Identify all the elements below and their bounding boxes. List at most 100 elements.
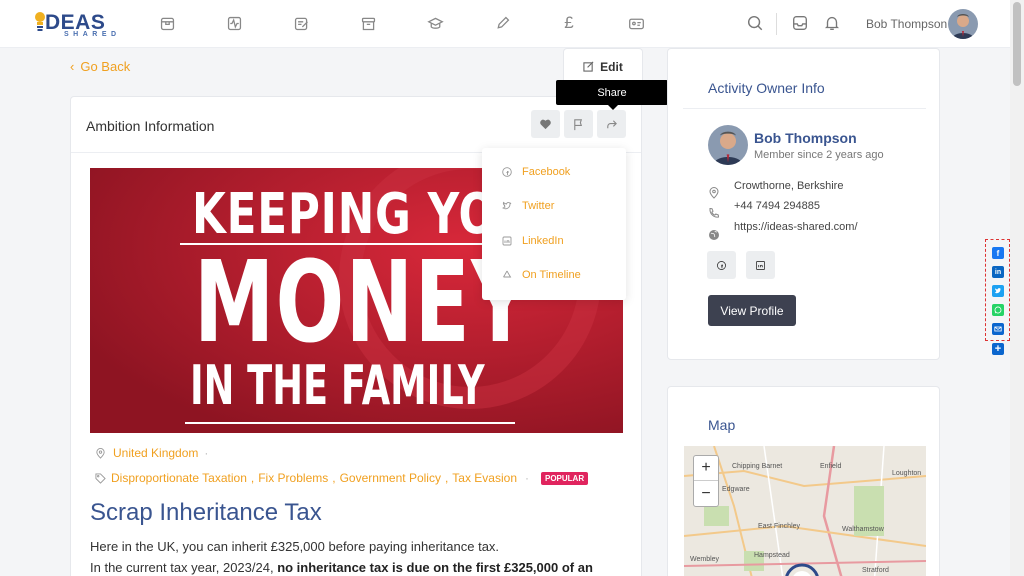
twitter-share-icon[interactable]: [992, 285, 1004, 297]
share-dropdown: Facebook Twitter LinkedIn On Timeline: [482, 148, 626, 300]
pound-icon[interactable]: £: [559, 13, 579, 33]
post-title: Scrap Inheritance Tax: [90, 499, 322, 526]
map-label: East Finchley: [758, 523, 801, 530]
share-linkedin[interactable]: LinkedIn: [502, 235, 564, 247]
share-twitter-label: Twitter: [522, 200, 555, 212]
zoom-in-button[interactable]: +: [694, 456, 718, 481]
graduation-cap-icon[interactable]: [425, 13, 445, 33]
body-paragraph: In the current tax year, 2023/24, no inh…: [90, 560, 593, 575]
tag-link[interactable]: Government Policy: [340, 471, 441, 485]
recycle-icon: [502, 270, 512, 280]
share-twitter[interactable]: Twitter: [502, 200, 554, 212]
scrollbar[interactable]: [1010, 0, 1024, 576]
owner-name[interactable]: Bob Thompson: [754, 130, 857, 146]
go-back-label: Go Back: [80, 59, 131, 74]
whatsapp-share-icon[interactable]: [992, 304, 1004, 316]
inbox-icon[interactable]: [790, 13, 810, 33]
linkedin-button[interactable]: [746, 251, 775, 279]
map-pin-icon: [708, 187, 720, 199]
location-link[interactable]: United Kingdom: [113, 446, 198, 460]
map-label: Chipping Barnet: [732, 463, 783, 470]
popular-badge: POPULAR: [541, 471, 589, 485]
body-paragraph: Here in the UK, you can inherit £325,000…: [90, 539, 500, 554]
divider: [776, 13, 777, 35]
map-pin-icon: [95, 447, 107, 459]
separator-dot: ·: [204, 446, 209, 460]
map-zoom-control: + −: [693, 455, 719, 507]
map-label: Enfield: [820, 463, 842, 470]
map-label: Wembley: [690, 556, 720, 563]
divider: [683, 108, 926, 109]
archive-icon[interactable]: [358, 13, 378, 33]
scrollbar-thumb[interactable]: [1013, 2, 1021, 86]
owner-phone[interactable]: +44 7494 294885: [734, 200, 820, 212]
map-label: Loughton: [892, 470, 922, 477]
bell-icon[interactable]: [822, 13, 842, 33]
go-back-link[interactable]: ‹ Go Back: [70, 59, 130, 74]
add-share-icon[interactable]: +: [992, 343, 1004, 355]
share-facebook-label: Facebook: [522, 166, 571, 178]
activity-icon[interactable]: [224, 13, 244, 33]
card-title: Ambition Information: [86, 118, 215, 134]
id-card-icon[interactable]: [626, 13, 646, 33]
hero-line-2: MONEY: [194, 238, 531, 368]
separator-dot: ·: [525, 471, 529, 485]
tag-link[interactable]: Disproportionate Taxation: [111, 471, 247, 485]
share-linkedin-label: LinkedIn: [522, 235, 564, 247]
twitter-icon: [502, 201, 512, 211]
avatar[interactable]: [948, 9, 978, 39]
member-since: Member since 2 years ago: [754, 149, 884, 161]
facebook-button[interactable]: [707, 251, 736, 279]
facebook-share-icon[interactable]: f: [992, 247, 1004, 259]
share-timeline[interactable]: On Timeline: [502, 269, 581, 281]
pencil-icon[interactable]: [492, 13, 512, 33]
edit-icon: [583, 61, 594, 72]
shop-icon[interactable]: [157, 13, 177, 33]
body-text: In the current tax year, 2023/24,: [90, 560, 278, 575]
like-button[interactable]: [531, 110, 560, 138]
share-timeline-label: On Timeline: [522, 269, 581, 281]
site-logo[interactable]: DEAS SHARED: [34, 10, 116, 40]
linkedin-share-icon[interactable]: in: [992, 266, 1004, 278]
share-icon: [607, 119, 617, 128]
map-heading: Map: [708, 417, 736, 433]
tag-link[interactable]: Tax Evasion: [452, 471, 517, 485]
tag-separator: ,: [250, 471, 255, 485]
top-navbar: DEAS SHARED £ Bob Thompson: [0, 0, 1010, 48]
edit-label: Edit: [600, 59, 623, 74]
facebook-icon: [502, 167, 512, 177]
logo-subtext: SHARED: [64, 31, 121, 38]
linkedin-icon: [502, 236, 512, 246]
map-card: Map Chipping Barnet Enfield Loughton Edg…: [667, 386, 940, 576]
map[interactable]: Chipping Barnet Enfield Loughton Edgware…: [684, 446, 926, 576]
view-profile-button[interactable]: View Profile: [708, 295, 796, 326]
tag-icon: [95, 472, 107, 484]
owner-info-heading: Activity Owner Info: [708, 80, 825, 96]
user-name[interactable]: Bob Thompson: [866, 17, 947, 31]
search-icon[interactable]: [745, 13, 765, 33]
share-button[interactable]: [597, 110, 626, 138]
linkedin-icon: [756, 260, 765, 270]
owner-info-card: Activity Owner Info Bob Thompson Member …: [667, 48, 940, 360]
edit-button[interactable]: Edit: [563, 48, 643, 84]
email-share-icon[interactable]: [992, 323, 1004, 335]
report-button[interactable]: [564, 110, 593, 138]
phone-icon: [708, 207, 720, 219]
location-row: United Kingdom ·: [95, 446, 208, 460]
flag-icon: [574, 118, 583, 130]
map-label: Hampstead: [754, 552, 790, 559]
zoom-out-button[interactable]: −: [694, 481, 718, 506]
owner-avatar[interactable]: [708, 125, 748, 165]
globe-icon: [708, 229, 720, 241]
tag-link[interactable]: Fix Problems: [258, 471, 328, 485]
tags-row: Disproportionate Taxation, Fix Problems,…: [95, 471, 589, 485]
map-tiles: [684, 446, 926, 576]
share-tooltip: Share: [556, 80, 668, 110]
chevron-left-icon: ‹: [70, 59, 75, 74]
owner-website[interactable]: https://ideas-shared.com/: [734, 221, 858, 233]
floating-share-bar: f in +: [985, 239, 1011, 359]
share-facebook[interactable]: Facebook: [502, 166, 570, 178]
edit-note-icon[interactable]: [291, 13, 311, 33]
hero-line-3: IN THE FAMILY: [190, 354, 485, 417]
map-label: Stratford: [862, 567, 889, 574]
